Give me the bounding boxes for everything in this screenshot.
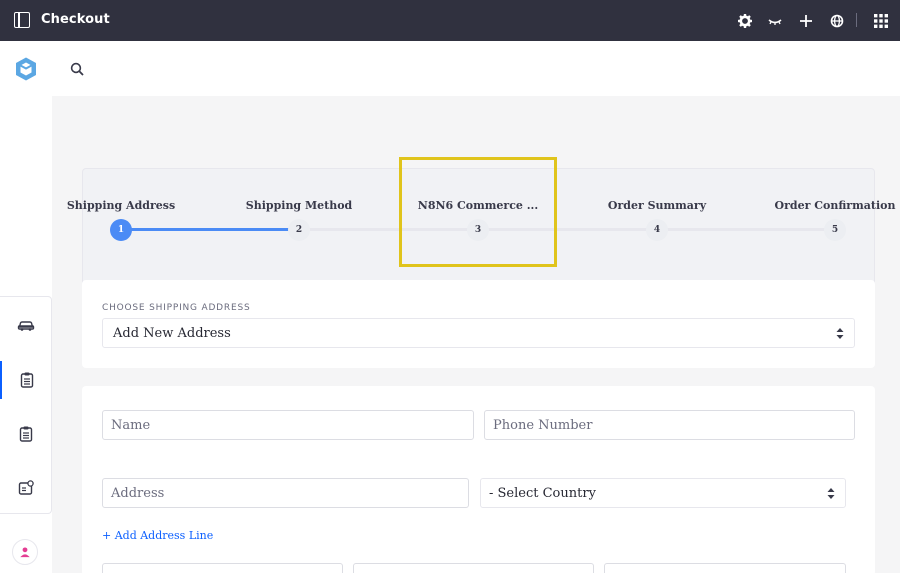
clipboard-list-icon — [19, 426, 33, 442]
sidebar-item-account[interactable] — [0, 469, 52, 507]
plus-icon[interactable] — [798, 13, 814, 29]
region-field[interactable] — [353, 563, 594, 573]
zip-field[interactable] — [604, 563, 846, 573]
address-field[interactable]: Address — [102, 478, 469, 508]
step-number-4[interactable]: 4 — [646, 219, 668, 241]
country-select[interactable]: - Select Country — [480, 478, 846, 508]
highlight-annotation — [399, 157, 557, 267]
apps-grid-icon[interactable] — [873, 13, 889, 29]
sidebar-item-shipping[interactable] — [0, 306, 52, 344]
step-track-line — [299, 228, 836, 231]
step-number-5[interactable]: 5 — [824, 219, 846, 241]
user-card-icon — [18, 480, 34, 495]
step-label-shipping-address[interactable]: Shipping Address — [67, 199, 175, 212]
search-icon[interactable] — [70, 62, 85, 77]
sidebar-item-checkout[interactable] — [0, 361, 52, 399]
gear-icon[interactable] — [737, 13, 753, 29]
address-select[interactable]: Add New Address — [102, 318, 855, 348]
site-navbar — [0, 41, 900, 96]
left-sidebar — [0, 96, 52, 573]
country-select-value: - Select Country — [489, 485, 596, 501]
step-number-2[interactable]: 2 — [288, 219, 310, 241]
header-divider — [856, 13, 857, 27]
select-caret-icon — [836, 328, 844, 339]
address-select-value: Add New Address — [113, 325, 231, 341]
city-field[interactable] — [102, 563, 343, 573]
sidebar-menu — [0, 296, 52, 514]
simulation-icon[interactable] — [767, 13, 783, 29]
phone-number-field[interactable]: Phone Number — [484, 410, 855, 440]
step-label-order-confirmation[interactable]: Order Confirmation — [775, 199, 896, 212]
step-number-1[interactable]: 1 — [110, 219, 132, 241]
globe-icon[interactable] — [829, 13, 845, 29]
step-label-shipping-method[interactable]: Shipping Method — [246, 199, 352, 212]
page-title: Checkout — [41, 12, 110, 27]
step-progress-line — [121, 228, 299, 231]
car-icon — [17, 321, 35, 331]
clipboard-icon — [20, 372, 34, 388]
app-header: Checkout — [0, 0, 900, 41]
name-field[interactable]: Name — [102, 410, 474, 440]
add-address-line-link[interactable]: + Add Address Line — [102, 529, 213, 542]
sidebar-item-orders[interactable] — [0, 415, 52, 453]
product-logo-icon[interactable] — [13, 56, 39, 82]
user-icon — [20, 547, 30, 558]
user-avatar[interactable] — [12, 539, 38, 565]
select-caret-icon — [827, 488, 835, 499]
panel-toggle-icon[interactable] — [14, 12, 30, 28]
step-label-order-summary[interactable]: Order Summary — [608, 199, 706, 212]
choose-address-label: CHOOSE SHIPPING ADDRESS — [102, 303, 251, 313]
